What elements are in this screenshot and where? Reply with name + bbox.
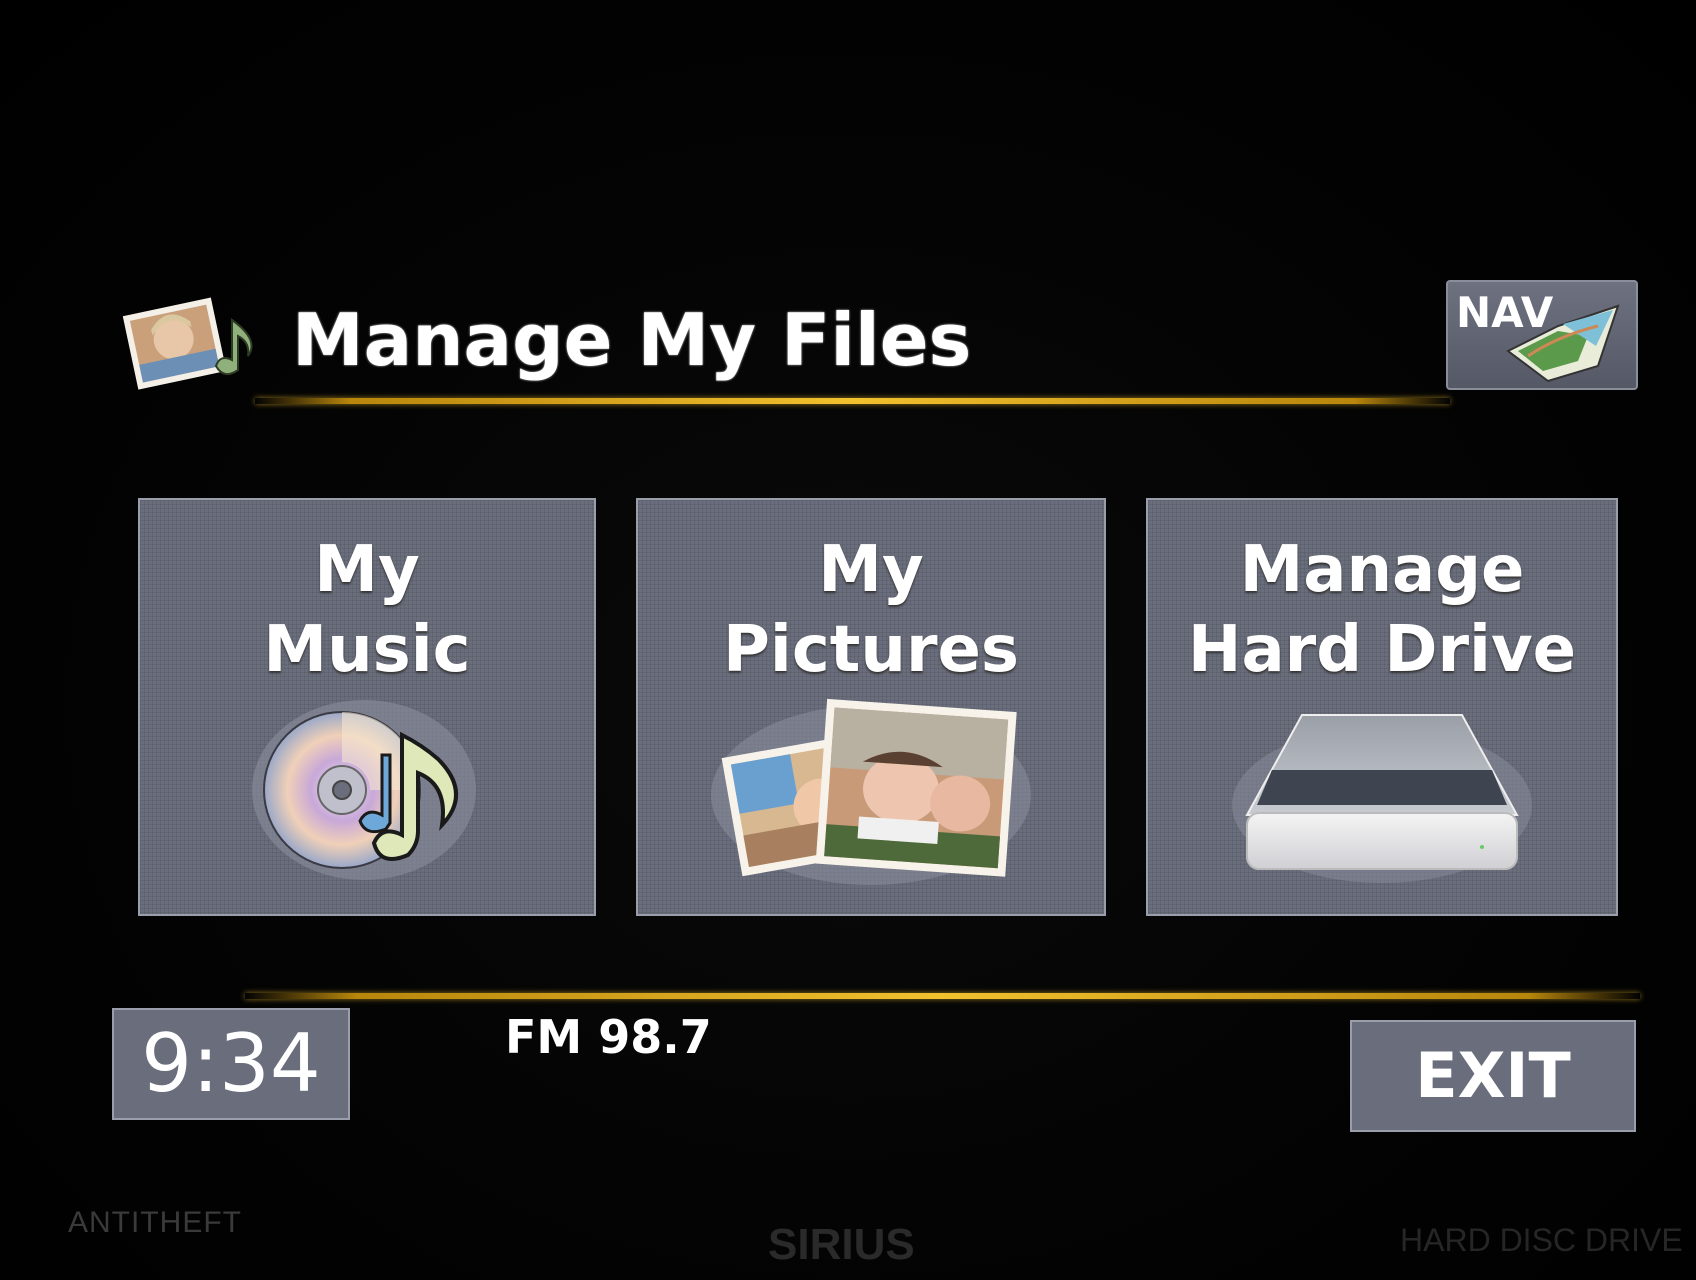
my-pictures-button[interactable]: My Pictures — [636, 498, 1106, 916]
clock-display[interactable]: 9:34 — [112, 1008, 350, 1120]
manage-hard-drive-label-line1: Manage — [1239, 533, 1525, 607]
my-music-label-line1: My — [314, 533, 420, 607]
files-photo-music-icon — [120, 290, 260, 390]
bezel-hdd-label: HARD DISC DRIVE — [1400, 1222, 1683, 1258]
exit-button[interactable]: EXIT — [1350, 1020, 1636, 1132]
nav-label: NAV — [1456, 288, 1554, 337]
screen: Manage My Files NAV My Music My Pictures… — [0, 0, 1696, 1280]
my-pictures-label-line1: My — [818, 533, 924, 607]
footer-divider — [245, 993, 1640, 999]
music-disc-icon — [252, 700, 476, 880]
my-pictures-label-line2: Pictures — [723, 613, 1019, 687]
sirius-logo: SIRIUS — [768, 1220, 915, 1269]
photos-icon — [711, 698, 1031, 885]
manage-hard-drive-button[interactable]: Manage Hard Drive — [1146, 498, 1618, 916]
hard-drive-icon — [1232, 714, 1532, 883]
my-music-button[interactable]: My Music — [138, 498, 596, 916]
page-title: Manage My Files — [292, 298, 972, 382]
manage-hard-drive-label: Manage Hard Drive — [1148, 530, 1616, 690]
my-music-label: My Music — [140, 530, 594, 690]
nav-button[interactable]: NAV — [1446, 280, 1638, 390]
manage-hard-drive-label-line2: Hard Drive — [1187, 613, 1577, 687]
my-music-label-line2: Music — [263, 613, 471, 687]
radio-station: FM 98.7 — [505, 1010, 712, 1064]
my-pictures-label: My Pictures — [638, 530, 1104, 690]
bezel-antitheft-label: ANTITHEFT — [68, 1206, 242, 1239]
header-divider — [255, 398, 1450, 404]
